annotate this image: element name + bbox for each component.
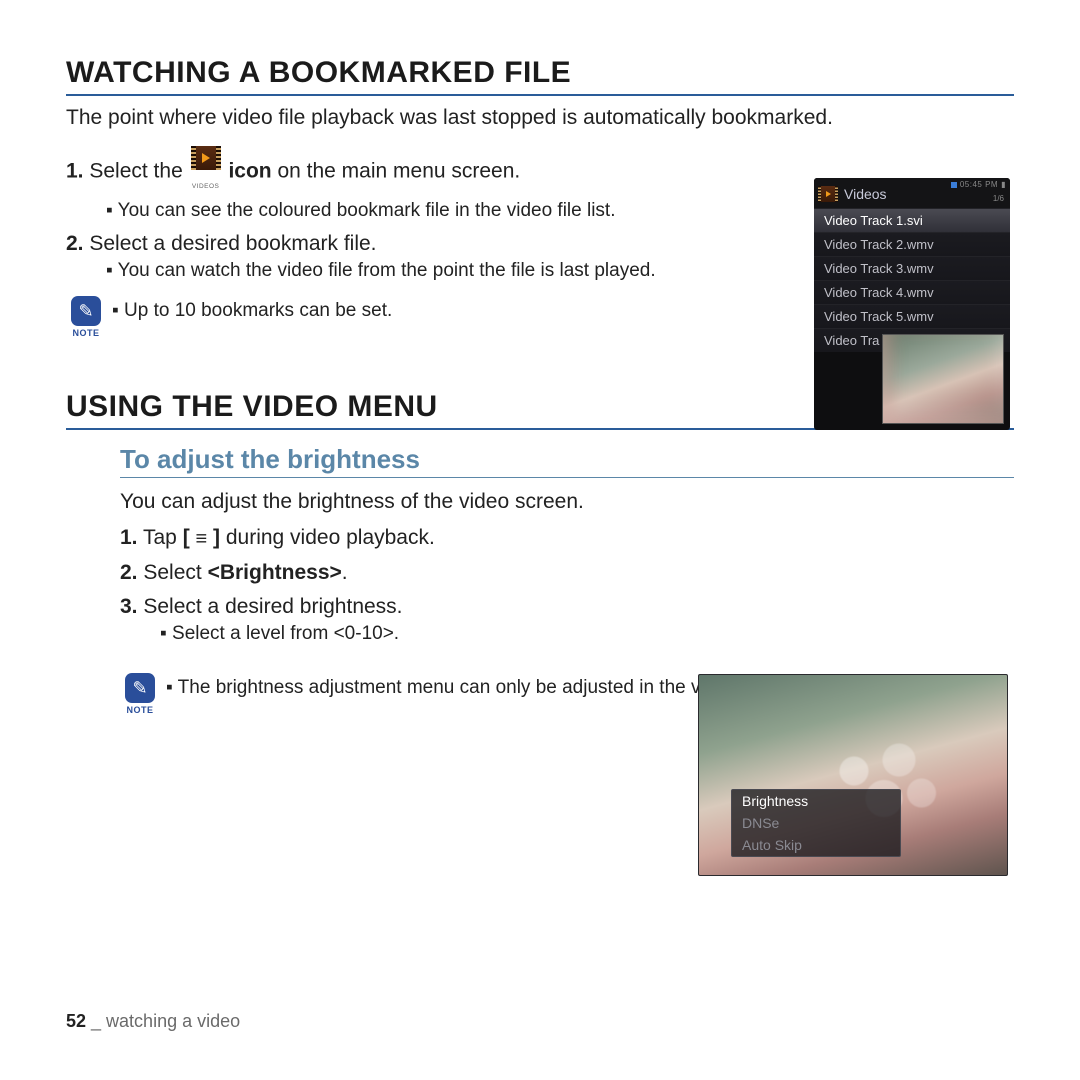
stepb2-bold: <Brightness> xyxy=(208,561,342,584)
page-number: 52 xyxy=(66,1011,86,1031)
section2-intro: You can adjust the brightness of the vid… xyxy=(120,490,1014,514)
videos-icon-small xyxy=(818,186,838,202)
bluetooth-icon xyxy=(951,182,957,188)
stepb1-pre: Tap xyxy=(143,526,183,549)
videos-icon: VIDEOS xyxy=(189,146,223,194)
section2-subrule xyxy=(120,477,1014,478)
bracket-close: ] xyxy=(207,526,220,549)
stepb1-post: during video playback. xyxy=(220,526,435,549)
menu-item-autoskip[interactable]: Auto Skip xyxy=(732,834,900,856)
section1-title: WATCHING A BOOKMARKED FILE xyxy=(66,56,1014,90)
stepb3-text: Select a desired brightness. xyxy=(143,595,402,618)
list-item[interactable]: Video Track 4.wmv xyxy=(814,280,1010,304)
note-icon: ✎ xyxy=(71,296,101,326)
stepb2-pre: Select xyxy=(143,561,207,584)
list-item[interactable]: Video Track 1.svi xyxy=(814,208,1010,232)
step2-text: Select a desired bookmark file. xyxy=(89,232,376,255)
menu-item-brightness[interactable]: Brightness xyxy=(732,790,900,812)
note-label-2: NOTE xyxy=(122,705,158,715)
page-footer: 52 _ watching a video xyxy=(66,1011,240,1032)
device-status-bar: 05:45 PM ▮ xyxy=(951,180,1006,189)
list-item[interactable]: Video Track 3.wmv xyxy=(814,256,1010,280)
note1-text: Up to 10 bookmarks can be set. xyxy=(124,300,392,321)
videos-icon-caption: VIDEOS xyxy=(192,183,220,190)
step-b2: 2. Select <Brightness>. xyxy=(120,561,1014,585)
footer-chapter: watching a video xyxy=(106,1011,240,1031)
device-time: 05:45 PM xyxy=(960,180,998,189)
section1-rule xyxy=(66,94,1014,96)
step1-pre: Select the xyxy=(89,160,188,183)
device-videos-list: 05:45 PM ▮ 1/6 Videos Video Track 1.svi … xyxy=(814,178,1010,430)
step-b1: 1. Tap [ ≡ ] during video playback. xyxy=(120,526,1014,551)
note-label: NOTE xyxy=(68,328,104,338)
video-thumbnail xyxy=(882,334,1004,424)
step1-post: on the main menu screen. xyxy=(272,160,521,183)
device-video-playback: Brightness DNSe Auto Skip xyxy=(698,674,1008,876)
video-context-menu: Brightness DNSe Auto Skip xyxy=(731,789,901,857)
menu-item-dnse[interactable]: DNSe xyxy=(732,812,900,834)
step-b3: 3. Select a desired brightness. xyxy=(120,595,1014,619)
list-item[interactable]: Video Track 5.wmv xyxy=(814,304,1010,328)
section2-subtitle: To adjust the brightness xyxy=(120,444,1014,475)
step1-icon-word: icon xyxy=(228,160,271,183)
footer-sep: _ xyxy=(86,1011,106,1031)
stepb2-post: . xyxy=(342,561,348,584)
bullet-b3: Select a level from <0-10>. xyxy=(160,623,1014,645)
menu-icon: ≡ xyxy=(196,528,208,551)
bracket-open: [ xyxy=(183,526,196,549)
device-count: 1/6 xyxy=(993,194,1004,203)
battery-icon: ▮ xyxy=(1001,180,1006,189)
note1-bullet: ▪ xyxy=(112,300,124,321)
list-item[interactable]: Video Track 2.wmv xyxy=(814,232,1010,256)
note-icon: ✎ xyxy=(125,673,155,703)
note2-bullet: ▪ xyxy=(166,677,178,698)
section1-intro: The point where video file playback was … xyxy=(66,106,1014,130)
